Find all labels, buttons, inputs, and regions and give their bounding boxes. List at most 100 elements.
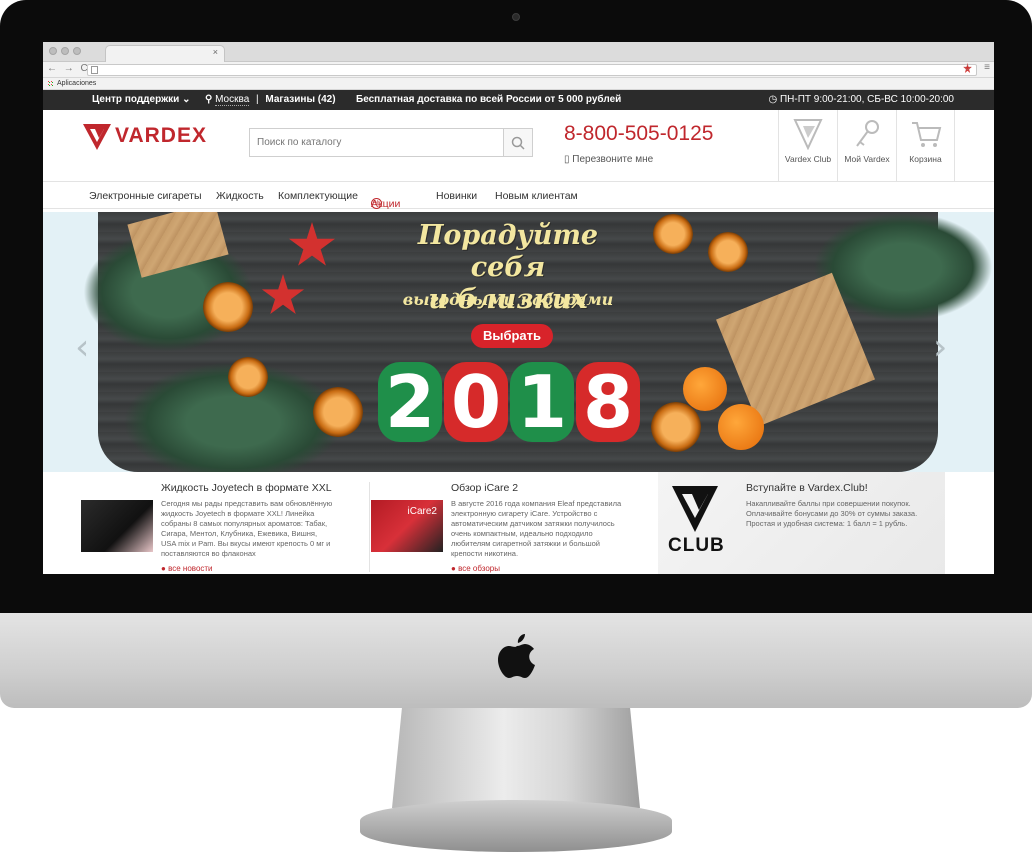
browser-tab[interactable]: × — [105, 45, 225, 62]
monitor-stand — [392, 708, 640, 808]
clock-icon: ◷ — [768, 94, 778, 105]
all-news-link[interactable]: ● все новости — [161, 564, 213, 573]
nav-item-accessories[interactable]: Комплектующие — [278, 190, 358, 202]
my-vardex-label: Мой Vardex — [844, 154, 890, 164]
year-digit: 2 — [378, 362, 442, 442]
cart-button[interactable]: Корзина — [896, 110, 955, 182]
review-thumbnail-label: iCare2 — [407, 506, 437, 517]
all-news-label: все новости — [168, 564, 213, 573]
stores-link[interactable]: Магазины — [265, 94, 315, 105]
dried-orange-decoration — [203, 282, 253, 332]
club-logo-icon — [793, 119, 823, 150]
dried-orange-decoration — [651, 402, 701, 452]
news-excerpt: Сегодня мы рады представить вам обновлён… — [161, 499, 333, 558]
hours-text: ПН-ПТ 9:00-21:00, СБ-ВС 10:00-20:00 — [779, 94, 954, 105]
my-vardex-button[interactable]: Мой Vardex — [837, 110, 896, 182]
browser-tabbar: × — [43, 42, 994, 62]
banner-title-line1: Порадуйте себя — [417, 220, 599, 283]
nav-item-liquid[interactable]: Жидкость — [216, 190, 264, 202]
search-input[interactable] — [250, 129, 500, 156]
club-description: Накапливайте баллы при совершении покупо… — [746, 499, 918, 528]
city-selector[interactable]: ⚲ Москва | Магазины (42) — [205, 90, 336, 110]
navigation-arrows-icon[interactable]: ← → C — [47, 63, 90, 74]
review-thumbnail[interactable]: iCare2 — [371, 500, 443, 552]
choose-button[interactable]: Выбрать — [471, 324, 553, 348]
news-title[interactable]: Жидкость Joyetech в формате XXL — [161, 482, 332, 494]
working-hours: ◷ ПН-ПТ 9:00-21:00, СБ-ВС 10:00-20:00 — [768, 90, 954, 110]
key-icon — [856, 120, 879, 147]
apple-logo-icon — [498, 634, 535, 678]
banner-subtitle: выгодными наборами — [402, 290, 614, 309]
dried-orange-decoration — [708, 232, 748, 272]
site-topbar: Центр поддержки ⌄ ⚲ Москва | Магазины (4… — [43, 90, 994, 110]
free-shipping-notice: Бесплатная доставка по всей России от 5 … — [356, 94, 622, 105]
search-button[interactable] — [503, 129, 532, 156]
callback-link[interactable]: ▯ Перезвоните мне — [564, 154, 653, 165]
all-reviews-link[interactable]: ● все обзоры — [451, 564, 500, 573]
maximize-window-button[interactable] — [73, 47, 81, 55]
year-digit: 8 — [576, 362, 640, 442]
vardex-logo[interactable]: VARDEX — [81, 120, 207, 152]
banner-prev-arrow[interactable]: ‹ — [75, 327, 89, 368]
bookmarks-bar: Aplicaciones — [43, 78, 994, 90]
phone-number[interactable]: 8-800-505-0125 — [564, 122, 713, 146]
minimize-window-button[interactable] — [61, 47, 69, 55]
vardex-logo-icon — [83, 124, 111, 150]
review-excerpt: В августе 2016 года компания Eleaf предс… — [451, 499, 622, 558]
banner-year: 2 0 1 8 — [378, 362, 640, 442]
separator: | — [256, 94, 259, 105]
city-name[interactable]: Москва — [215, 94, 250, 106]
vardex-club-label: Vardex Club — [784, 154, 832, 164]
review-title[interactable]: Обзор iCare 2 — [451, 482, 518, 494]
news-thumbnail[interactable] — [81, 500, 153, 552]
address-bar[interactable]: ☆ — [87, 63, 977, 76]
banner-next-arrow[interactable]: › — [933, 327, 947, 368]
year-digit: 1 — [510, 362, 574, 442]
club-logo-icon — [672, 486, 718, 532]
news-card: Жидкость Joyetech в формате XXL Сегодня … — [43, 472, 368, 574]
vardex-club-button[interactable]: Vardex Club — [778, 110, 837, 182]
stores-count: (42) — [317, 94, 336, 105]
bookmark-apps[interactable]: Aplicaciones — [57, 80, 96, 87]
nav-item-new[interactable]: Новинки — [436, 190, 477, 202]
club-logo-text: CLUB — [668, 535, 725, 556]
support-label: Центр поддержки — [92, 94, 180, 105]
main-nav: Электронные сигареты Жидкость Комплектую… — [43, 182, 994, 210]
bookmark-star-icon[interactable]: ☆ — [963, 63, 972, 74]
promotions-label: Акции — [371, 198, 401, 210]
search-icon — [511, 136, 525, 150]
browser-window: × ← → C ☆ ≡ Aplicaciones Центр поддержки… — [43, 42, 994, 574]
news-row: Жидкость Joyetech в формате XXL Сегодня … — [43, 472, 994, 574]
year-digit: 0 — [444, 362, 508, 442]
apps-icon — [47, 79, 54, 87]
location-pin-icon: ⚲ — [205, 94, 213, 105]
nav-item-e-cigarettes[interactable]: Электронные сигареты — [89, 190, 202, 202]
callback-label: Перезвоните мне — [572, 154, 654, 165]
info-icon: ● — [161, 564, 166, 573]
chevron-down-icon: ⌄ — [182, 94, 191, 105]
close-tab-icon[interactable]: × — [213, 47, 218, 57]
club-title[interactable]: Вступайте в Vardex.Club! — [746, 482, 868, 494]
dried-orange-decoration — [313, 387, 363, 437]
dried-orange-decoration — [653, 214, 693, 254]
dried-orange-decoration — [228, 357, 268, 397]
info-icon: ● — [451, 564, 456, 573]
review-card: iCare2 Обзор iCare 2 В августе 2016 года… — [333, 472, 658, 574]
close-window-button[interactable] — [49, 47, 57, 55]
site-header: VARDEX 8-800-505-0125 ▯ Перезвоните мне … — [43, 110, 994, 182]
club-promo[interactable]: CLUB Вступайте в Vardex.Club! Накапливай… — [658, 472, 945, 574]
tangerine-decoration — [683, 367, 727, 411]
catalog-search — [249, 128, 533, 157]
nav-item-new-clients[interactable]: Новым клиентам — [495, 190, 578, 202]
mobile-phone-icon: ▯ — [564, 154, 570, 165]
support-menu[interactable]: Центр поддержки ⌄ — [92, 90, 190, 110]
page-icon — [91, 66, 98, 74]
logo-text: VARDEX — [115, 124, 207, 147]
cart-icon — [911, 122, 941, 147]
tangerine-decoration — [718, 404, 764, 450]
cart-label: Корзина — [909, 154, 942, 164]
browser-menu-icon[interactable]: ≡ — [984, 62, 990, 73]
all-reviews-label: все обзоры — [458, 564, 500, 573]
monitor-stand-base — [360, 800, 672, 852]
promo-banner[interactable]: ‹ › Порадуйте себя и близких выгодными н… — [43, 212, 994, 472]
